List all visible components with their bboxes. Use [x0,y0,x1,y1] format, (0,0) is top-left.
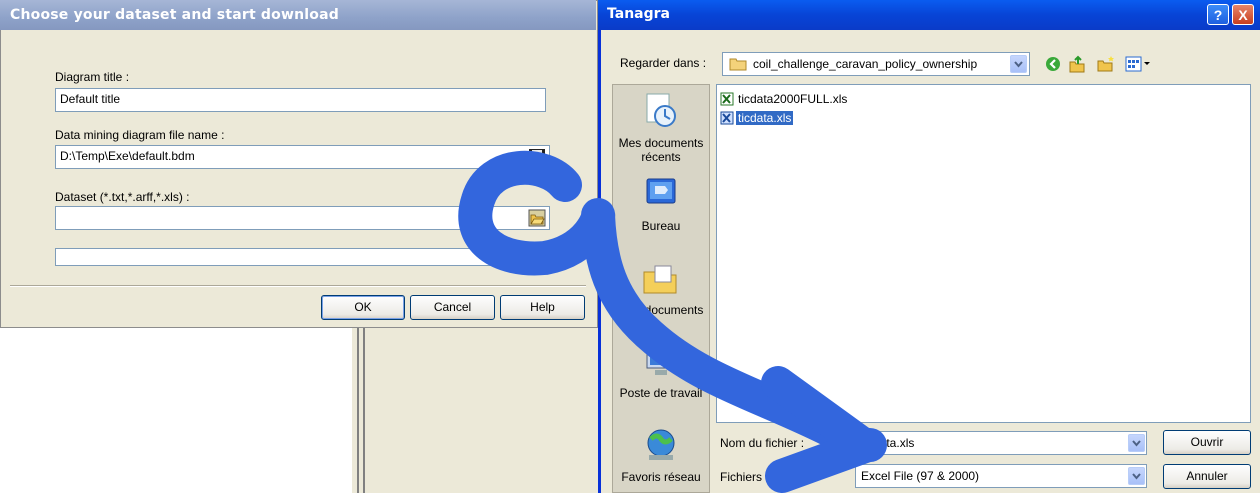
recent-documents-icon[interactable] [641,92,681,128]
open-button[interactable]: Ouvrir [1163,430,1251,455]
file-name-input[interactable]: D:\Temp\Exe\default.bdm [55,145,550,169]
dataset-input[interactable] [55,206,550,230]
help-button[interactable]: Help [500,295,585,320]
folder-icon [729,57,747,74]
file-name-label: Nom du fichier : [720,436,805,450]
file-name-combo[interactable]: ticdata.xls [855,431,1147,455]
place-desktop[interactable]: Bureau [612,219,710,233]
file-type-select[interactable]: Excel File (97 & 2000) [855,464,1147,488]
excel-file-icon [720,111,734,125]
file-name-value: ticdata.xls [861,436,915,450]
file-name-label: Data mining diagram file name : [55,128,225,142]
help-icon[interactable]: ? [1207,4,1229,25]
background-divider [363,328,365,493]
look-in-dropdown[interactable]: coil_challenge_caravan_policy_ownership [722,52,1030,76]
background-divider [357,328,359,493]
place-my-documents[interactable]: Mes documents [612,303,710,317]
download-progress-bar [55,248,550,266]
dataset-dialog-titlebar[interactable]: Choose your dataset and start download [0,0,596,30]
file-list[interactable] [716,84,1251,423]
file-item-selected[interactable]: ticdata.xls [736,111,794,125]
my-computer-icon[interactable] [641,345,681,381]
cancel-button[interactable]: Cancel [410,295,495,320]
ok-button[interactable]: OK [321,295,405,320]
place-label: récents [641,150,681,164]
place-label: Poste de travail [619,386,703,400]
place-my-computer[interactable]: Poste de travail [612,386,710,400]
file-type-label: Fichiers de type : [720,470,812,484]
look-in-label: Regarder dans : [620,56,707,70]
place-network[interactable]: Favoris réseau [612,470,710,484]
view-menu-icon[interactable] [1125,56,1153,72]
excel-file-icon [720,92,734,106]
chevron-down-icon[interactable] [1128,467,1145,485]
dataset-dialog-title: Choose your dataset and start download [10,7,339,23]
dialog-separator [10,285,586,287]
place-recent[interactable]: Mes documents récents [612,136,710,164]
chevron-down-icon[interactable] [1010,55,1027,73]
desktop-icon[interactable] [641,176,681,212]
diagram-title-label: Diagram title : [55,70,130,84]
open-folder-icon[interactable] [528,209,546,227]
my-documents-icon[interactable] [641,262,681,298]
chevron-down-icon[interactable] [1128,434,1145,452]
network-places-icon[interactable] [641,427,681,463]
place-label: Favoris réseau [621,470,701,484]
file-item[interactable]: ticdata2000FULL.xls [736,92,849,106]
new-folder-icon[interactable] [1096,55,1116,73]
back-icon[interactable] [1045,56,1061,72]
up-folder-icon[interactable] [1068,55,1086,73]
file-type-value: Excel File (97 & 2000) [861,469,980,483]
place-label: Mes documents [618,303,704,317]
diagram-title-input[interactable]: Default title [55,88,546,112]
open-file-dialog-titlebar[interactable]: Tanagra [598,0,1260,30]
place-label: Mes documents [618,136,704,150]
dataset-label: Dataset (*.txt,*.arff,*.xls) : [55,190,190,204]
open-file-dialog-title: Tanagra [607,6,670,22]
cancel-button[interactable]: Annuler [1163,464,1251,489]
look-in-value: coil_challenge_caravan_policy_ownership [753,57,978,71]
place-label: Bureau [641,219,681,233]
close-icon[interactable]: X [1232,4,1254,25]
save-disk-icon[interactable] [528,148,546,166]
background-window [352,328,602,493]
